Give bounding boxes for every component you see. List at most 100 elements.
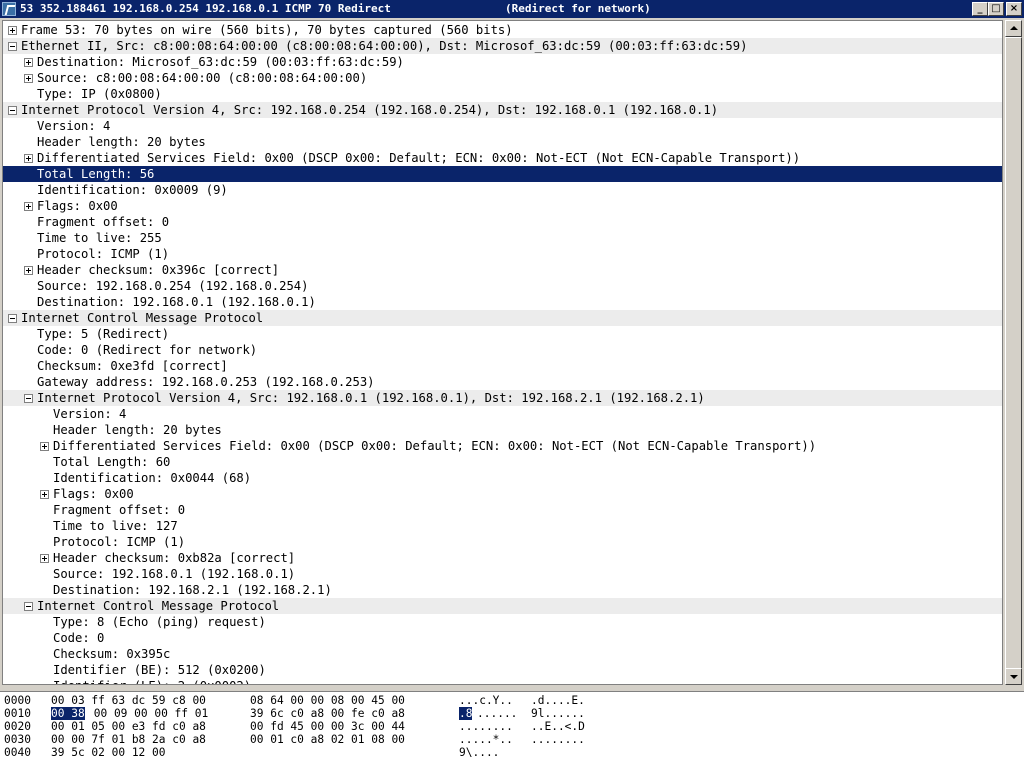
tree-row-label: Frame 53: 70 bytes on wire (560 bits), 7… (21, 23, 513, 37)
tree-row-label: Type: IP (0x0800) (37, 87, 162, 101)
tree-row[interactable]: Flags: 0x00 (3, 198, 1002, 214)
scroll-thumb[interactable] (1005, 37, 1022, 677)
packet-details-pane[interactable]: Frame 53: 70 bytes on wire (560 bits), 7… (2, 20, 1003, 685)
tree-row[interactable]: Total Length: 60 (3, 454, 1002, 470)
tree-row[interactable]: Type: IP (0x0800) (3, 86, 1002, 102)
tree-row[interactable]: Fragment offset: 0 (3, 214, 1002, 230)
tree-row[interactable]: Time to live: 127 (3, 518, 1002, 534)
tree-row[interactable]: Version: 4 (3, 406, 1002, 422)
tree-row[interactable]: Identification: 0x0044 (68) (3, 470, 1002, 486)
collapse-minus-icon[interactable] (24, 602, 33, 611)
tree-row[interactable]: Header checksum: 0x396c [correct] (3, 262, 1002, 278)
hex-bytes[interactable]: 08 64 00 00 08 00 45 00 (250, 694, 405, 707)
tree-row[interactable]: Internet Control Message Protocol (3, 310, 1002, 326)
hex-bytes[interactable]: 00 00 7f 01 b8 2a c0 a8 (51, 733, 206, 746)
hex-ascii[interactable]: ...c.Y.. (459, 694, 513, 707)
hex-ascii[interactable]: ...... (477, 707, 517, 720)
scroll-down-arrow-icon[interactable] (1005, 668, 1022, 685)
tree-row-label: Flags: 0x00 (53, 487, 134, 501)
hex-bytes[interactable]: 39 6c c0 a8 00 fe c0 a8 (250, 707, 405, 720)
hex-offset[interactable]: 0020 (4, 720, 31, 733)
tree-row[interactable]: Ethernet II, Src: c8:00:08:64:00:00 (c8:… (3, 38, 1002, 54)
tree-row[interactable]: Total Length: 56 (3, 166, 1002, 182)
hex-bytes[interactable]: 00 01 05 00 e3 fd c0 a8 (51, 720, 206, 733)
tree-row[interactable]: Identifier (BE): 512 (0x0200) (3, 662, 1002, 678)
tree-row-label: Protocol: ICMP (1) (37, 247, 170, 261)
expand-plus-icon[interactable] (40, 442, 49, 451)
tree-row[interactable]: Frame 53: 70 bytes on wire (560 bits), 7… (3, 22, 1002, 38)
collapse-minus-icon[interactable] (8, 42, 17, 51)
tree-row[interactable]: Destination: 192.168.2.1 (192.168.2.1) (3, 582, 1002, 598)
tree-row-label: Destination: 192.168.0.1 (192.168.0.1) (37, 295, 316, 309)
hex-offset[interactable]: 0010 (4, 707, 31, 720)
hex-ascii[interactable]: .d....E. (531, 694, 585, 707)
tree-row[interactable]: Header length: 20 bytes (3, 134, 1002, 150)
tree-row-label: Fragment offset: 0 (53, 503, 186, 517)
tree-row[interactable]: Fragment offset: 0 (3, 502, 1002, 518)
tree-row-label: Source: c8:00:08:64:00:00 (c8:00:08:64:0… (37, 71, 368, 85)
scroll-up-arrow-icon[interactable] (1005, 20, 1022, 37)
expand-plus-icon[interactable] (8, 26, 17, 35)
expand-plus-icon[interactable] (24, 74, 33, 83)
tree-row[interactable]: Gateway address: 192.168.0.253 (192.168.… (3, 374, 1002, 390)
close-button[interactable]: × (1006, 2, 1022, 16)
tree-row[interactable]: Internet Protocol Version 4, Src: 192.16… (3, 390, 1002, 406)
tree-row[interactable]: Checksum: 0xe3fd [correct] (3, 358, 1002, 374)
hex-ascii[interactable]: 9\.... (459, 746, 499, 759)
tree-row[interactable]: Destination: Microsof_63:dc:59 (00:03:ff… (3, 54, 1002, 70)
tree-row[interactable]: Time to live: 255 (3, 230, 1002, 246)
hex-offset[interactable]: 0040 (4, 746, 31, 759)
hex-ascii[interactable]: ........ (531, 733, 585, 746)
tree-row[interactable]: Internet Protocol Version 4, Src: 192.16… (3, 102, 1002, 118)
packet-bytes-pane[interactable]: 0000 00 03 ff 63 dc 59 c8 00 08 64 00 00 0… (0, 691, 1024, 768)
maximize-button[interactable]: □ (988, 2, 1004, 16)
collapse-minus-icon[interactable] (8, 314, 17, 323)
collapse-minus-icon[interactable] (8, 106, 17, 115)
expand-plus-icon[interactable] (24, 58, 33, 67)
tree-row[interactable]: Code: 0 (3, 630, 1002, 646)
expand-plus-icon[interactable] (40, 490, 49, 499)
hex-ascii[interactable]: ........ (459, 720, 513, 733)
hex-ascii[interactable]: ..E..<.D (531, 720, 585, 733)
tree-row[interactable]: Source: 192.168.0.1 (192.168.0.1) (3, 566, 1002, 582)
hex-bytes[interactable]: 00 03 ff 63 dc 59 c8 00 (51, 694, 206, 707)
hex-offset[interactable]: 0000 (4, 694, 31, 707)
tree-row[interactable]: Differentiated Services Field: 0x00 (DSC… (3, 438, 1002, 454)
hex-bytes[interactable]: 39 5c 02 00 12 00 (51, 746, 166, 759)
tree-row-label: Type: 8 (Echo (ping) request) (53, 615, 266, 629)
tree-row[interactable]: Differentiated Services Field: 0x00 (DSC… (3, 150, 1002, 166)
tree-row[interactable]: Version: 4 (3, 118, 1002, 134)
hex-ascii-selected[interactable]: .8 (459, 707, 473, 720)
details-vertical-scrollbar[interactable] (1005, 20, 1022, 685)
hex-bytes[interactable]: 00 01 c0 a8 02 01 08 00 (250, 733, 405, 746)
tree-row[interactable]: Identification: 0x0009 (9) (3, 182, 1002, 198)
expand-plus-icon[interactable] (24, 154, 33, 163)
tree-row[interactable]: Flags: 0x00 (3, 486, 1002, 502)
tree-row[interactable]: Source: 192.168.0.254 (192.168.0.254) (3, 278, 1002, 294)
tree-row[interactable]: Checksum: 0x395c (3, 646, 1002, 662)
tree-row[interactable]: Protocol: ICMP (1) (3, 246, 1002, 262)
hex-bytes-selected[interactable]: 00 38 (51, 707, 85, 720)
tree-row[interactable]: Internet Control Message Protocol (3, 598, 1002, 614)
wireshark-app-icon[interactable] (2, 2, 16, 16)
tree-row[interactable]: Code: 0 (Redirect for network) (3, 342, 1002, 358)
tree-row[interactable]: Destination: 192.168.0.1 (192.168.0.1) (3, 294, 1002, 310)
hex-offset[interactable]: 0030 (4, 733, 31, 746)
hex-bytes[interactable]: 00 fd 45 00 00 3c 00 44 (250, 720, 405, 733)
expand-plus-icon[interactable] (40, 554, 49, 563)
hex-bytes[interactable]: 00 09 00 00 ff 01 (87, 707, 209, 720)
hex-ascii[interactable]: .....*.. (459, 733, 513, 746)
tree-row[interactable]: Source: c8:00:08:64:00:00 (c8:00:08:64:0… (3, 70, 1002, 86)
tree-row[interactable]: Type: 8 (Echo (ping) request) (3, 614, 1002, 630)
tree-row[interactable]: Identifier (LE): 2 (0x0002) (3, 678, 1002, 684)
expand-plus-icon[interactable] (24, 202, 33, 211)
tree-row[interactable]: Protocol: ICMP (1) (3, 534, 1002, 550)
tree-row-label: Destination: Microsof_63:dc:59 (00:03:ff… (37, 55, 404, 69)
expand-plus-icon[interactable] (24, 266, 33, 275)
tree-row[interactable]: Header length: 20 bytes (3, 422, 1002, 438)
tree-row[interactable]: Header checksum: 0xb82a [correct] (3, 550, 1002, 566)
collapse-minus-icon[interactable] (24, 394, 33, 403)
minimize-button[interactable]: _ (972, 2, 988, 16)
hex-ascii[interactable]: 9l...... (531, 707, 585, 720)
tree-row[interactable]: Type: 5 (Redirect) (3, 326, 1002, 342)
